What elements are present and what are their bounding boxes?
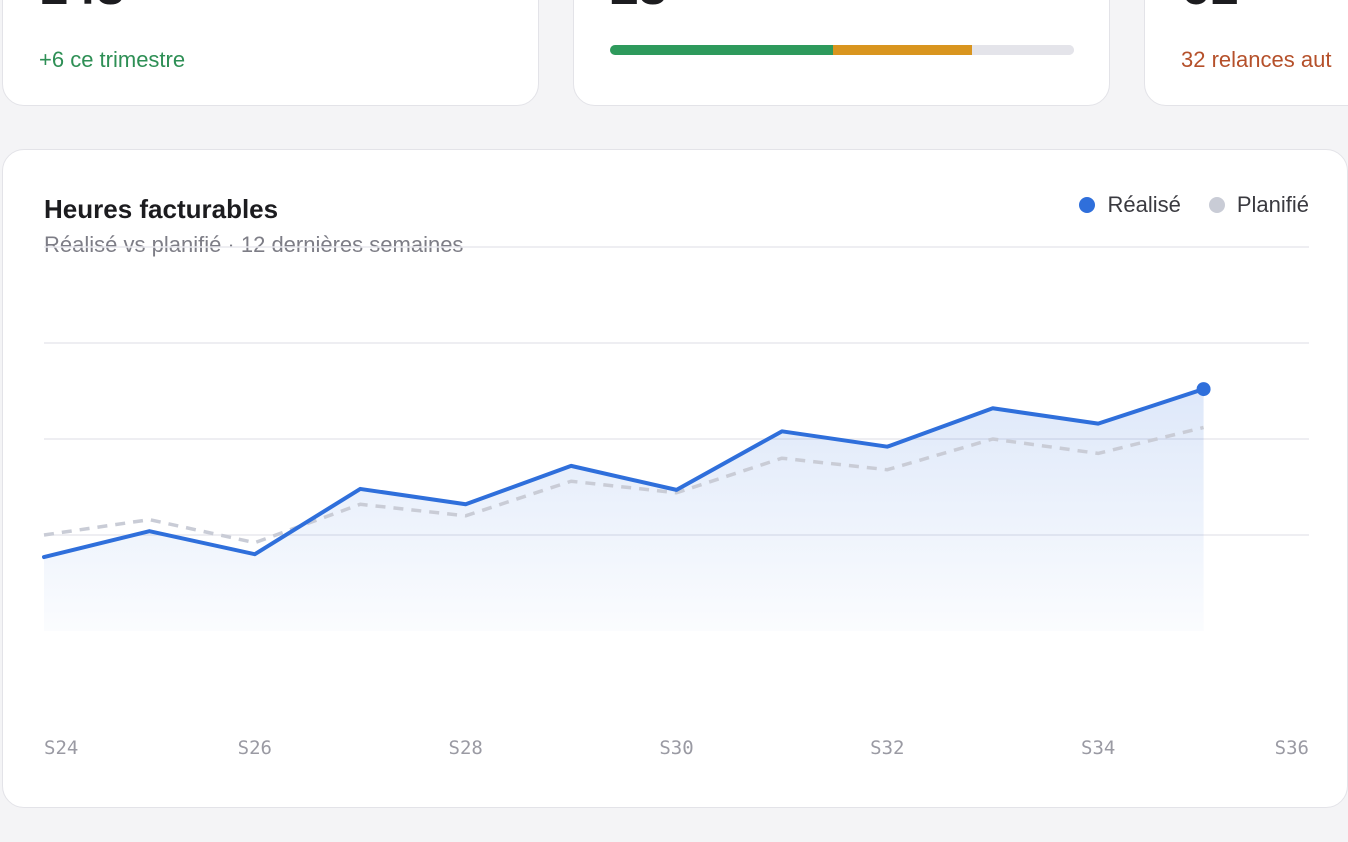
kpi-followups: 32 relances aut	[1181, 47, 1332, 72]
dashboard: 148 +6 ce trimestre 23 61 32 relances au…	[0, 0, 1348, 842]
kpi-card-clients[interactable]: 148 +6 ce trimestre	[2, 0, 539, 106]
x-tick-label: S30	[659, 737, 693, 759]
x-tick-label: S24	[44, 737, 78, 759]
kpi-value: 148	[39, 0, 125, 13]
x-tick-label: S32	[870, 737, 904, 759]
x-tick-label: S36	[1275, 737, 1309, 759]
series-area-realise	[44, 389, 1204, 631]
x-tick-label: S28	[449, 737, 483, 759]
progress-segment-2	[971, 45, 1074, 55]
status-progress-bar	[610, 45, 1074, 55]
progress-segment-0	[610, 45, 833, 55]
kpi-card-invoices[interactable]: 61 32 relances aut	[1144, 0, 1348, 106]
line-chart: S24 S26 S28 S30 S32 S34 S36	[42, 246, 1309, 759]
kpi-card-projects[interactable]: 23	[573, 0, 1110, 106]
kpi-value: 61	[1181, 0, 1238, 13]
x-tick-label: S26	[238, 737, 272, 759]
series-point-realise-last	[1196, 382, 1211, 397]
kpi-value: 23	[610, 0, 667, 13]
x-tick-label: S34	[1081, 737, 1115, 759]
kpi-trend: +6 ce trimestre	[39, 47, 186, 72]
progress-segment-1	[832, 45, 972, 55]
billable-hours-card: Heures facturables Réalisé vs planifié ·…	[2, 149, 1348, 808]
